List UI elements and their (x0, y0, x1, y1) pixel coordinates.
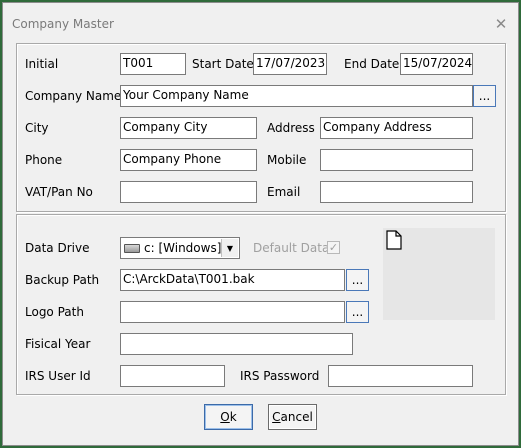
data-drive-label: Data Drive (25, 241, 90, 255)
data-drive-select[interactable]: c: [Windows] ▼ (120, 237, 240, 259)
vat-pan-field[interactable] (120, 181, 257, 203)
backup-path-label: Backup Path (25, 273, 100, 287)
address-label: Address (267, 121, 315, 135)
company-name-browse-button[interactable]: ... (473, 85, 496, 107)
title-bar: Company Master ✕ (3, 3, 518, 45)
ok-button[interactable]: Ok (204, 404, 253, 430)
irs-password-field[interactable] (328, 365, 473, 387)
logo-path-label: Logo Path (25, 305, 84, 319)
chevron-down-icon[interactable]: ▼ (221, 239, 238, 257)
phone-label: Phone (25, 153, 63, 167)
city-label: City (25, 121, 49, 135)
cancel-label-rest: ancel (280, 410, 313, 424)
cancel-button[interactable]: Cancel (268, 404, 317, 430)
fiscal-year-field[interactable] (120, 333, 353, 355)
initial-field[interactable]: T001 (120, 53, 186, 75)
backup-path-field[interactable]: C:\ArckData\T001.bak (120, 269, 345, 291)
data-drive-value: c: [Windows] (144, 241, 222, 255)
default-data-label: Default Data (253, 241, 330, 255)
logo-path-browse-button[interactable]: ... (346, 301, 369, 323)
fiscal-year-label: Fisical Year (25, 337, 91, 351)
company-name-label: Company Name (25, 89, 122, 103)
company-name-field[interactable]: Your Company Name (120, 85, 473, 107)
start-date-field[interactable]: 17/07/2023 (253, 53, 327, 75)
window-title: Company Master (12, 17, 114, 31)
irs-user-id-label: IRS User Id (25, 369, 91, 383)
initial-label: Initial (25, 57, 59, 71)
irs-user-id-field[interactable] (120, 365, 225, 387)
cancel-mnemonic: C (272, 410, 281, 424)
hard-drive-icon (124, 243, 140, 253)
backup-path-browse-button[interactable]: ... (346, 269, 369, 291)
logo-path-field[interactable] (120, 301, 345, 323)
end-date-field[interactable]: 15/07/2024 (400, 53, 473, 75)
end-date-label: End Date (344, 57, 400, 71)
mobile-label: Mobile (267, 153, 307, 167)
ok-label-rest: k (229, 410, 237, 424)
default-data-checkbox[interactable]: ✓ (327, 241, 340, 254)
logo-preview (383, 228, 495, 320)
company-master-dialog: Company Master ✕ Initial T001 Start Date… (2, 2, 519, 446)
vat-pan-label: VAT/Pan No (25, 185, 93, 199)
city-field[interactable]: Company City (120, 117, 257, 139)
close-icon[interactable]: ✕ (490, 13, 512, 35)
mobile-field[interactable] (320, 149, 473, 171)
start-date-label: Start Date (192, 57, 254, 71)
document-icon (386, 230, 402, 250)
ok-mnemonic: O (220, 410, 230, 424)
address-field[interactable]: Company Address (320, 117, 473, 139)
email-field[interactable] (320, 181, 473, 203)
phone-field[interactable]: Company Phone (120, 149, 257, 171)
irs-password-label: IRS Password (240, 369, 320, 383)
email-label: Email (267, 185, 301, 199)
